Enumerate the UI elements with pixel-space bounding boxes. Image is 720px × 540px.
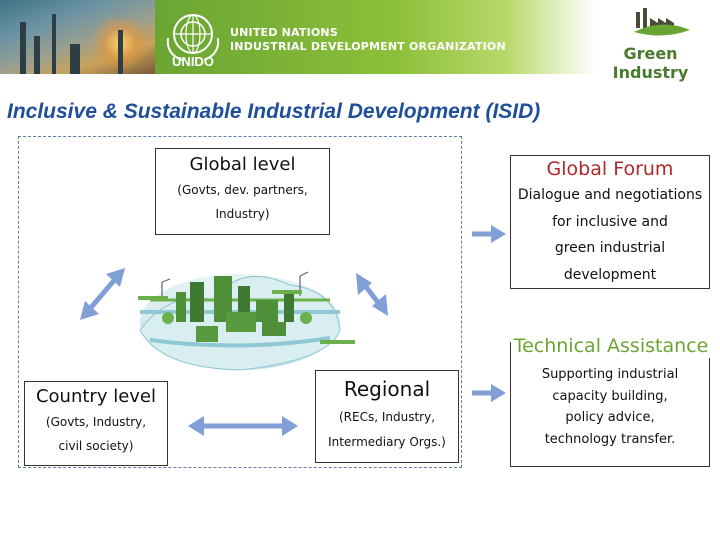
country-level-box: Country level (Govts, Industry, civil so… xyxy=(24,381,168,466)
technical-assistance-heading: Technical Assistance xyxy=(511,334,711,358)
technical-assistance-description: Supporting industrial capacity building,… xyxy=(541,367,679,447)
global-forum-box: Global Forum Dialogue and negotiations f… xyxy=(510,155,710,289)
country-level-members: (Govts, Industry, civil society) xyxy=(45,415,147,453)
global-forum-heading: Global Forum xyxy=(546,158,674,180)
technical-assistance-box: Technical Assistance Supporting industri… xyxy=(510,334,711,467)
arrow-global-regional xyxy=(356,273,388,316)
arrow-country-regional xyxy=(188,416,298,436)
country-level-heading: Country level xyxy=(35,386,157,407)
global-level-box: Global level (Govts, dev. partners, Indu… xyxy=(155,148,330,235)
global-forum-description: Dialogue and negotiations for inclusive … xyxy=(517,187,703,283)
industrial-landscape-illustration xyxy=(138,271,355,371)
global-level-heading: Global level xyxy=(189,154,296,175)
global-level-members: (Govts, dev. partners, Industry) xyxy=(177,183,308,221)
arrow-to-global-forum xyxy=(472,225,506,243)
regional-level-members: (RECs, Industry, Intermediary Orgs.) xyxy=(328,410,446,449)
regional-level-box: Regional (RECs, Industry, Intermediary O… xyxy=(315,370,459,463)
arrow-global-country xyxy=(80,268,125,320)
arrow-to-technical-assistance xyxy=(472,384,506,402)
regional-level-heading: Regional xyxy=(343,377,431,401)
